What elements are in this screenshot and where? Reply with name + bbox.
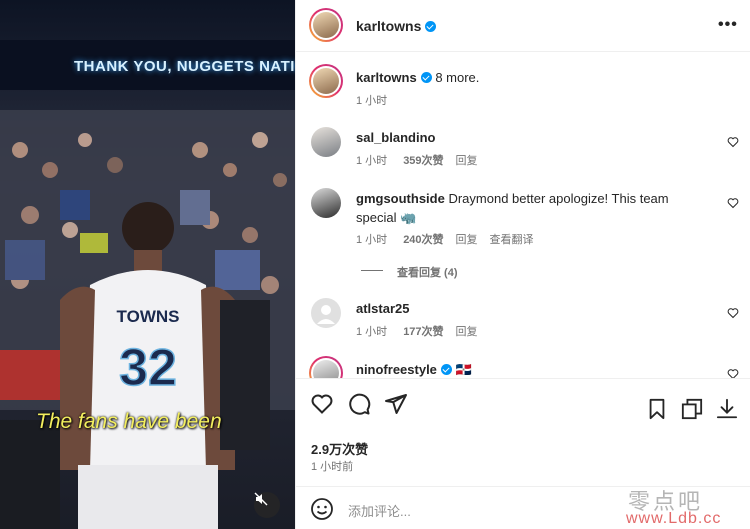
- reply-button[interactable]: 回复: [456, 234, 478, 246]
- share-send-icon[interactable]: [384, 392, 408, 416]
- reply-button[interactable]: 回复: [456, 326, 478, 338]
- comment-username[interactable]: sal_blandino: [356, 130, 435, 145]
- view-replies-button[interactable]: 查看回复 (4): [397, 264, 458, 280]
- speaker-muted-icon: [254, 492, 268, 506]
- comment-text: Draymond better apologize! This team: [448, 191, 669, 206]
- comment-text: 🇩🇴: [455, 362, 472, 377]
- post-time: 1 小时前: [311, 461, 354, 473]
- header-username[interactable]: karltowns: [356, 18, 437, 34]
- caption-avatar[interactable]: [309, 64, 343, 98]
- comment-likes[interactable]: 177次赞: [403, 326, 443, 338]
- instagram-post-view: THANK YOU, NUGGETS NATION TOWNS 32 The f…: [0, 0, 750, 529]
- comment-head: ninofreestyle 🇩🇴: [356, 360, 472, 378]
- verified-badge-icon: [420, 72, 432, 83]
- save-bookmark-icon[interactable]: [646, 398, 668, 420]
- comment-item: atlstar25: [356, 299, 409, 318]
- site-watermark-url: www.Ldb.cc: [626, 510, 722, 527]
- comment-username[interactable]: gmgsouthside: [356, 191, 445, 206]
- post-header: karltowns •••: [296, 0, 750, 52]
- default-avatar-icon: [317, 305, 335, 324]
- post-video[interactable]: THANK YOU, NUGGETS NATION TOWNS 32 The f…: [0, 0, 295, 529]
- comment-item-clipped: ninofreestyle 🇩🇴: [296, 352, 750, 378]
- comment-text-cont: special 🦏: [356, 210, 417, 225]
- verified-badge-icon: [425, 21, 437, 32]
- comment-meta: 1 小时 240次赞 回复 查看翻译: [356, 234, 534, 246]
- comment-meta: 1 小时 177次赞 回复: [356, 326, 478, 338]
- replies-line: [361, 270, 383, 271]
- avatar: [313, 12, 339, 38]
- post-caption: karltowns 8 more.: [356, 68, 479, 87]
- post-side-panel: karltowns ••• karltowns 8 more. 1 小时 sal…: [295, 0, 750, 529]
- reply-button[interactable]: 回复: [456, 155, 478, 167]
- commenter-avatar[interactable]: [309, 356, 343, 378]
- heart-icon[interactable]: [727, 136, 739, 148]
- verified-badge-icon: [440, 364, 452, 375]
- comment-username[interactable]: atlstar25: [356, 301, 409, 316]
- likes-count[interactable]: 2.9万次赞: [311, 439, 368, 458]
- video-caption: The fans have been: [36, 410, 222, 433]
- comment-item: gmgsouthside Draymond better apologize! …: [356, 189, 686, 227]
- jersey-lettering: TOWNS 32: [117, 307, 180, 398]
- comment-likes[interactable]: 240次赞: [403, 234, 443, 246]
- see-translation-button[interactable]: 查看翻译: [490, 234, 534, 246]
- heart-icon[interactable]: [727, 368, 739, 378]
- comment-likes[interactable]: 359次赞: [403, 155, 443, 167]
- commenter-avatar[interactable]: [311, 127, 341, 157]
- mute-button[interactable]: [254, 492, 280, 518]
- comment-icon[interactable]: [347, 392, 371, 416]
- avatar: [313, 68, 339, 94]
- caption-text: 8 more.: [435, 70, 480, 85]
- story-ring[interactable]: [309, 8, 343, 42]
- caption-time: 1 小时: [356, 95, 388, 107]
- comment-input[interactable]: 添加评论...: [348, 501, 411, 520]
- caption-username[interactable]: karltowns: [356, 70, 417, 85]
- heart-icon[interactable]: [727, 197, 739, 209]
- comment-item: sal_blandino: [356, 128, 435, 147]
- actions-divider: [296, 378, 750, 379]
- commenter-avatar[interactable]: [311, 298, 341, 328]
- jersey-number-text: 32: [119, 339, 177, 397]
- heart-icon[interactable]: [727, 307, 739, 319]
- more-options-button[interactable]: •••: [718, 16, 738, 34]
- like-heart-icon[interactable]: [310, 392, 334, 416]
- commenter-avatar[interactable]: [311, 188, 341, 218]
- comment-username[interactable]: ninofreestyle: [356, 362, 437, 377]
- comment-meta: 1 小时 359次赞 回复: [356, 155, 478, 167]
- jersey-name-text: TOWNS: [117, 307, 180, 326]
- emoji-icon[interactable]: [310, 497, 334, 521]
- download-icon[interactable]: [716, 398, 738, 420]
- copy-link-icon[interactable]: [681, 398, 703, 420]
